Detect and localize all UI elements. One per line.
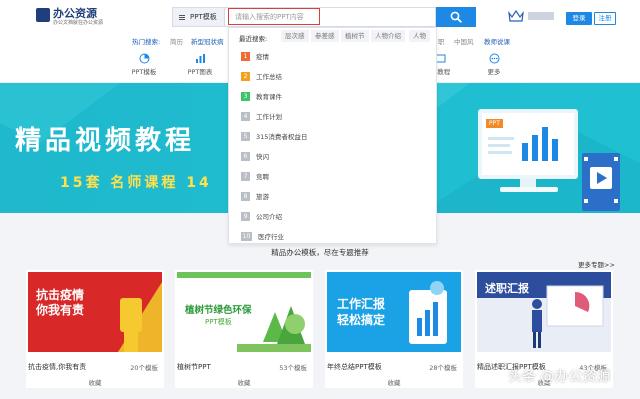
card-title[interactable]: 抗击疫情,你我有责 [28,362,86,372]
card-image-text: 轻松搞定 [337,313,386,327]
suggestion-text: 快闪 [256,153,269,161]
monitor-stand [520,179,536,187]
ppt-template-icon [139,53,149,64]
recent-search-tag[interactable]: 参差感 [311,30,339,42]
topic-card[interactable]: 植树节绿色环保 PPT模板 植树节PPT 53个模板 收藏 [175,270,313,388]
search-type-label: PPT模板 [190,13,217,21]
search-type-select[interactable]: PPT模板 [172,7,224,27]
card-title[interactable]: 年终总结PPT模板 [327,362,382,372]
rank-badge: 4 [241,111,250,121]
vip-crown-icon[interactable] [508,10,524,22]
banner-title: 精品视频教程 [15,126,196,156]
suggestion-item[interactable]: 1 疫情 [241,49,269,63]
favorite-button[interactable]: 收藏 [325,377,463,387]
logo-mark-icon [36,8,50,22]
hot-search-label: 热门搜索: [132,38,161,46]
rank-badge: 5 [241,131,250,141]
monitor-base [500,187,558,192]
suggestion-text: 公司介绍 [256,213,282,221]
hot-search-item[interactable]: 新型冠状病 [191,36,224,46]
suggestion-text: 工作总结 [256,73,282,81]
rank-badge: 10 [241,231,252,241]
nav-label: PPT图表 [187,68,213,76]
card-image-text: 工作汇报 [337,297,386,311]
recent-search-tag[interactable]: 人物介绍 [371,30,405,42]
username-blurred[interactable] [528,12,554,20]
nav-item-ppt-template[interactable]: PPT模板 [114,53,174,76]
recent-search-label: 最近搜索: [239,35,268,43]
hot-search-item[interactable]: 职 [438,36,445,46]
ppt-chart-icon [195,54,205,63]
login-button[interactable]: 登录 [566,12,592,25]
card-thumbnail[interactable]: 述职汇报 [477,272,611,352]
rank-badge: 2 [241,71,250,81]
recent-search-tag[interactable]: 层次感 [281,30,309,42]
card-image-text: 述职汇报 [485,282,529,295]
favorite-button[interactable]: 收藏 [175,377,313,387]
card-title[interactable]: 植树节PPT [177,362,211,372]
watermark: 头条 @办公资源 [508,369,611,385]
site-logo[interactable]: 办公资源 办公文档就在办公资源 [36,7,103,27]
ppt-tag: PPT [486,119,503,128]
card-thumbnail[interactable]: 工作汇报 轻松搞定 [327,272,461,352]
suggestion-item[interactable]: 9 公司介绍 [241,209,282,223]
logo-title: 办公资源 [53,7,97,20]
suggestion-item[interactable]: 10 医疗行业 [241,229,284,243]
rank-badge: 7 [241,171,250,181]
filmstrip-icon [582,153,620,211]
card-image-text: 抗击疫情 [36,288,85,302]
search-icon [450,11,462,23]
suggestion-text: 教育课件 [256,93,282,101]
hot-search-item[interactable]: 简历 [170,36,183,46]
suggestion-item[interactable]: 4 工作计划 [241,109,282,123]
suggestion-text: 315消费者权益日 [256,133,308,141]
suggestion-item[interactable]: 7 竞聘 [241,169,269,183]
suggestion-item[interactable]: 2 工作总结 [241,69,282,83]
card-thumbnail[interactable]: 植树节绿色环保 PPT模板 [177,272,311,352]
recent-search-tag[interactable]: 植树节 [341,30,369,42]
hot-search-item[interactable]: 中国风 [454,36,474,46]
suggestion-item[interactable]: 6 快闪 [241,149,269,163]
suggestion-text: 工作计划 [256,113,282,121]
section-title: 精品办公模板，尽在专题推荐 [271,248,369,257]
suggestion-item[interactable]: 8 旅游 [241,189,269,203]
search-suggestions-dropdown: 最近搜索: 层次感 参差感 植树节 人物介绍 人物 1 疫情 2 工作总结 3 教育课… [228,27,437,244]
nav-label: 更多 [487,68,501,76]
card-thumbnail[interactable]: 抗击疫情 你我有责 [28,272,162,352]
card-count: 53个模板 [279,364,307,372]
search-highlight-box [228,8,320,25]
suggestion-item[interactable]: 3 教育课件 [241,89,282,103]
topic-card[interactable]: 工作汇报 轻松搞定 年终总结PPT模板 28个模板 收藏 [325,270,463,388]
rank-badge: 8 [241,191,250,201]
nav-label: PPT模板 [131,68,157,76]
suggestion-item[interactable]: 5 315消费者权益日 [241,129,307,143]
suggestion-text: 疫情 [256,53,269,61]
search-button[interactable] [436,7,476,27]
rank-badge: 9 [241,211,250,221]
register-button[interactable]: 注册 [594,12,616,25]
recent-search-tag[interactable]: 人物 [409,30,430,42]
card-count: 20个模板 [130,364,158,372]
nav-item-ppt-chart[interactable]: PPT图表 [170,53,230,76]
favorite-button[interactable]: 收藏 [26,377,164,387]
card-count: 28个模板 [429,364,457,372]
card-image-text: PPT模板 [205,318,232,326]
rank-badge: 6 [241,151,250,161]
card-image-text: 你我有责 [36,303,85,317]
banner-subtitle: 15套 名师课程 14 [60,175,212,191]
topic-card[interactable]: 抗击疫情 你我有责 抗击疫情,你我有责 20个模板 收藏 [26,270,164,388]
more-topics-link[interactable]: 更多专题>> [578,259,615,269]
suggestion-text: 旅游 [256,193,269,201]
rank-badge: 3 [241,91,250,101]
more-icon [489,53,499,64]
logo-subtitle: 办公文档就在办公资源 [53,20,104,26]
rank-badge: 1 [241,51,250,61]
card-image-text: 植树节绿色环保 [185,305,252,316]
menu-icon [179,14,185,20]
hot-search-item[interactable]: 教师说课 [484,36,510,46]
suggestion-text: 医疗行业 [258,233,284,241]
suggestion-text: 竞聘 [256,173,269,181]
nav-item-more[interactable]: 更多 [464,53,524,76]
